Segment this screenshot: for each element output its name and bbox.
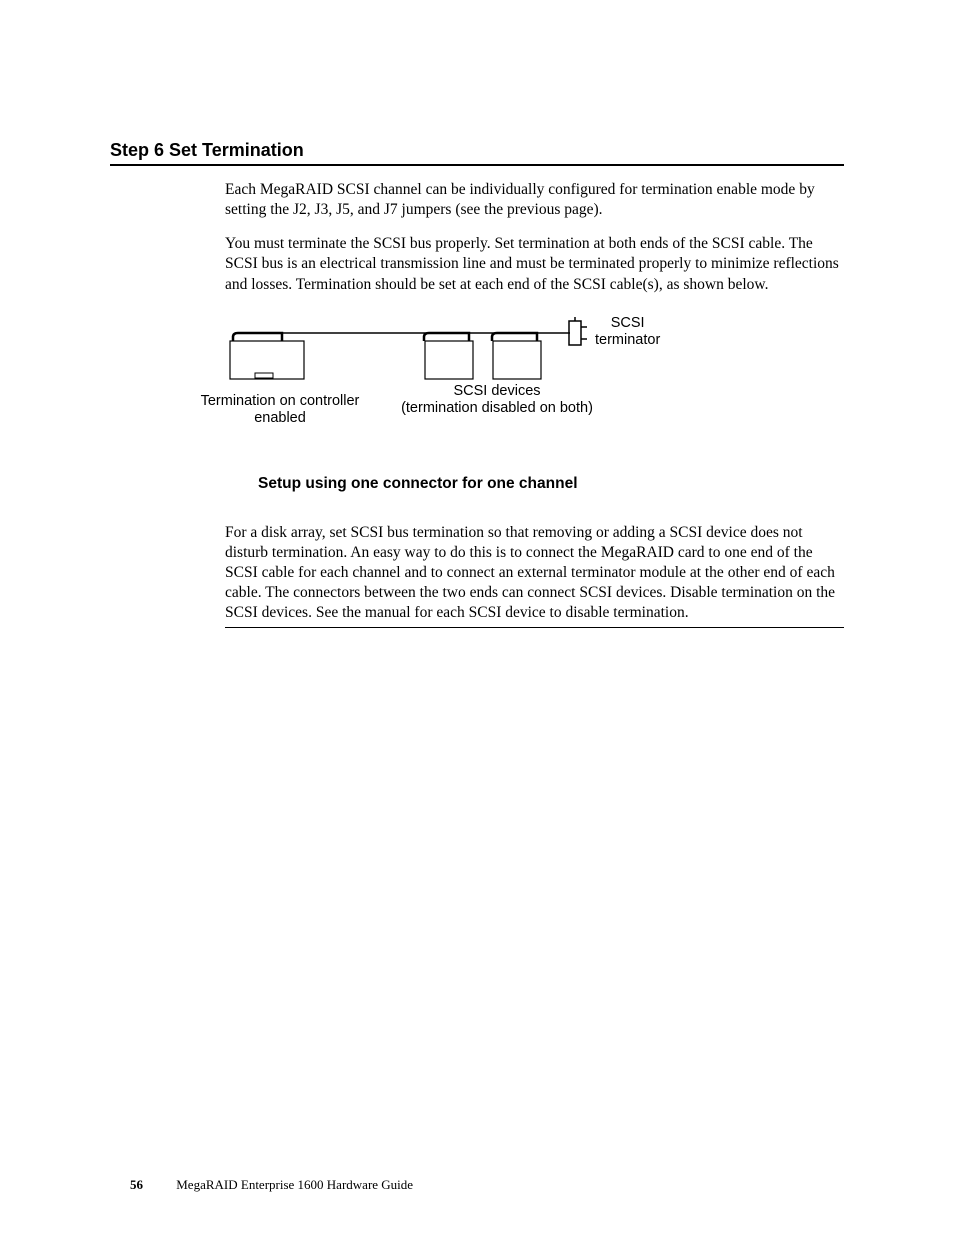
label-controller: Termination on controller enabled xyxy=(190,393,370,428)
label-devices: SCSI devices (termination disabled on bo… xyxy=(382,383,612,418)
diagram-caption: Setup using one connector for one channe… xyxy=(258,475,844,493)
page-footer: 56 MegaRAID Enterprise 1600 Hardware Gui… xyxy=(130,1177,413,1193)
section-heading: Step 6 Set Termination xyxy=(110,140,844,166)
paragraph-3: For a disk array, set SCSI bus terminati… xyxy=(225,523,844,629)
paragraph-1: Each MegaRAID SCSI channel can be indivi… xyxy=(225,180,844,220)
footer-title: MegaRAID Enterprise 1600 Hardware Guide xyxy=(176,1177,413,1192)
label-scsi-terminator: SCSI terminator xyxy=(595,315,660,350)
scsi-diagram: SCSI terminator Termination on controlle… xyxy=(190,315,660,455)
page-number: 56 xyxy=(130,1177,143,1192)
paragraph-2: You must terminate the SCSI bus properly… xyxy=(225,234,844,294)
